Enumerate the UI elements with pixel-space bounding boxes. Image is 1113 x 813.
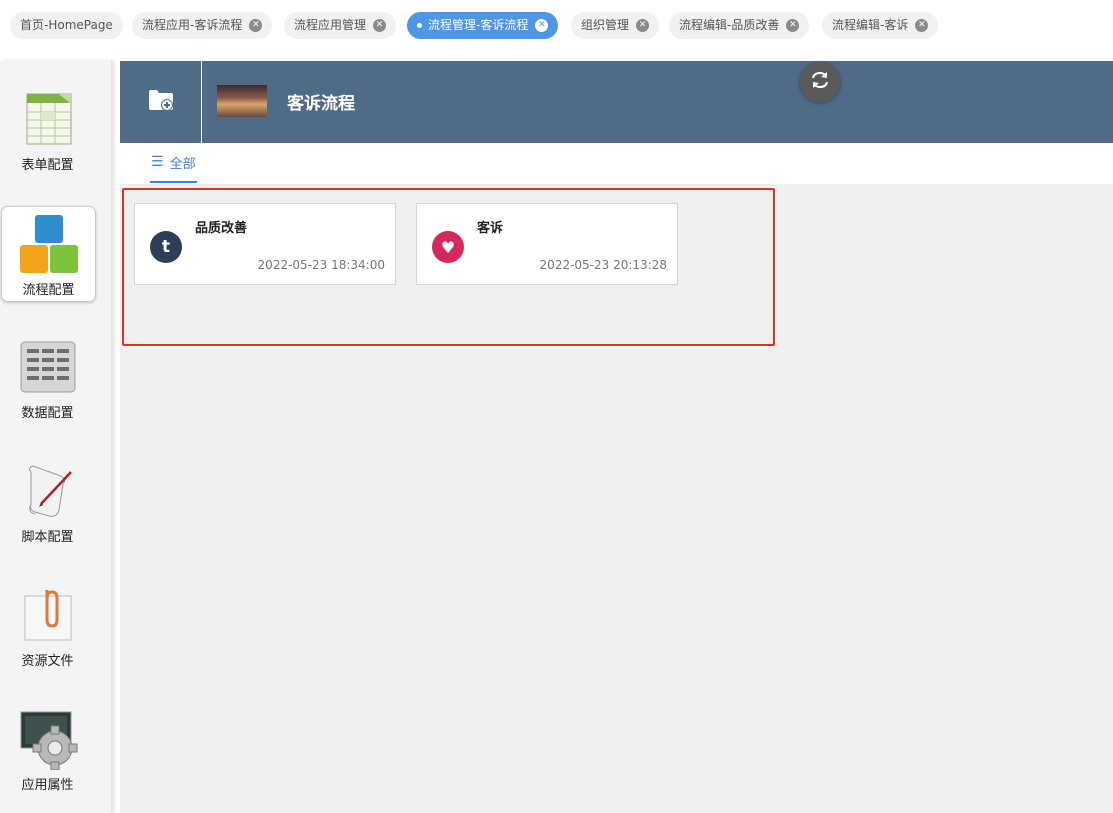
sidebar-item-label: 流程配置 <box>22 283 75 298</box>
refresh-button[interactable] <box>800 62 840 102</box>
sidebar-item-label: 应用属性 <box>21 778 74 793</box>
close-icon[interactable]: ✕ <box>786 19 800 32</box>
tab-process-management-complaint[interactable]: 流程管理-客诉流程 ✕ <box>407 12 559 39</box>
tab-process-app-complaint[interactable]: 流程应用-客诉流程 ✕ <box>132 12 273 39</box>
process-header: 客诉流程 <box>120 61 1113 143</box>
tab-homepage[interactable]: 首页-HomePage <box>10 12 123 39</box>
refresh-icon <box>809 69 831 95</box>
process-list-area: t 品质改善 2022-05-23 18:34:00 ♥ 客诉 2022-05-… <box>120 184 1113 813</box>
sidebar-item-app-properties[interactable]: 应用属性 <box>0 702 95 798</box>
close-icon[interactable]: ✕ <box>373 19 387 32</box>
process-card-complaint[interactable]: ♥ 客诉 2022-05-23 20:13:28 <box>416 203 678 285</box>
avatar-symbol: ♥ <box>440 237 456 257</box>
tab-process-edit-complaint[interactable]: 流程编辑-客诉 ✕ <box>822 12 939 39</box>
tab-label: 流程编辑-客诉 <box>832 18 909 32</box>
process-card-time: 2022-05-23 18:34:00 <box>257 258 385 272</box>
script-scroll-icon <box>17 460 79 522</box>
sidebar-item-label: 表单配置 <box>21 158 74 173</box>
process-card-time: 2022-05-23 20:13:28 <box>539 258 667 272</box>
sidebar-item-script-config[interactable]: 脚本配置 <box>0 454 95 550</box>
close-icon[interactable]: ✕ <box>636 19 650 32</box>
paperclip-file-icon <box>17 584 79 646</box>
sidebar: 表单配置 流程配置 数据配置 脚本配置 资源文件 应用属性 <box>0 61 112 813</box>
sidebar-item-process-config[interactable]: 流程配置 <box>1 206 96 302</box>
tab-process-app-management[interactable]: 流程应用管理 ✕ <box>284 12 397 39</box>
sidebar-item-form-config[interactable]: 表单配置 <box>0 82 95 178</box>
process-card-name: 品质改善 <box>195 221 248 236</box>
active-dot-icon <box>417 23 422 28</box>
sidebar-item-label: 数据配置 <box>21 406 74 421</box>
heart-icon: ♥ <box>432 231 464 263</box>
avatar-letter: t <box>161 237 171 257</box>
tab-label: 流程应用管理 <box>294 18 367 32</box>
list-icon: ☰ <box>151 154 164 170</box>
sidebar-item-label: 资源文件 <box>21 654 74 669</box>
filter-tab-all[interactable]: ☰ 全部 <box>150 143 197 183</box>
tab-label: 流程管理-客诉流程 <box>428 18 529 32</box>
filter-tab-label: 全部 <box>169 156 196 172</box>
process-thumbnail-image <box>217 85 267 117</box>
tab-process-edit-quality[interactable]: 流程编辑-品质改善 ✕ <box>669 12 810 39</box>
tab-label: 流程编辑-品质改善 <box>679 18 780 32</box>
folder-plus-icon <box>148 89 174 115</box>
tab-org-management[interactable]: 组织管理 ✕ <box>571 12 660 39</box>
data-grid-icon <box>17 336 79 398</box>
form-spreadsheet-icon <box>17 88 79 150</box>
tab-label: 流程应用-客诉流程 <box>142 18 243 32</box>
tab-label: 首页-HomePage <box>20 18 113 32</box>
sidebar-item-label: 脚本配置 <box>21 530 74 545</box>
process-blocks-icon <box>18 213 80 275</box>
tumblr-icon: t <box>150 231 182 263</box>
tab-bar: 首页-HomePage 流程应用-客诉流程 ✕ 流程应用管理 ✕ 流程管理-客诉… <box>0 0 1113 52</box>
tab-label: 组织管理 <box>581 18 630 32</box>
close-icon[interactable]: ✕ <box>535 19 549 32</box>
page-title: 客诉流程 <box>287 94 355 114</box>
close-icon[interactable]: ✕ <box>249 19 263 32</box>
settings-gear-icon <box>17 708 79 771</box>
sidebar-item-data-config[interactable]: 数据配置 <box>0 330 95 426</box>
process-card-name: 客诉 <box>477 221 504 236</box>
close-icon[interactable]: ✕ <box>915 19 929 32</box>
sidebar-item-resource-files[interactable]: 资源文件 <box>0 578 95 674</box>
process-card-quality[interactable]: t 品质改善 2022-05-23 18:34:00 <box>134 203 396 285</box>
filter-bar: ☰ 全部 <box>120 143 1113 184</box>
new-folder-button[interactable] <box>120 61 202 143</box>
